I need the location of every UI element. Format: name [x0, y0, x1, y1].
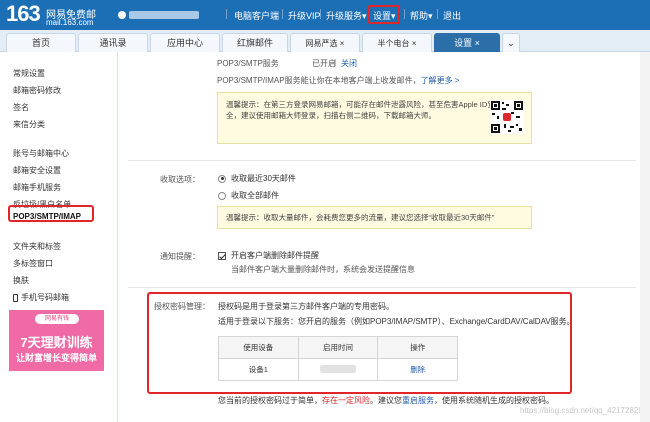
- sidebar-item-account-center[interactable]: 账号与邮箱中心: [13, 148, 69, 159]
- close-icon[interactable]: ×: [412, 39, 417, 48]
- sidebar-item-skin[interactable]: 换肤: [13, 275, 29, 286]
- pop3-highlight-box: [8, 205, 94, 222]
- table-header-row: 使用设备 启用时间 操作: [218, 336, 458, 359]
- sidebar-item-general[interactable]: 常规设置: [13, 68, 45, 79]
- col-action: 操作: [377, 336, 458, 359]
- tab-redflag-mail[interactable]: 红旗邮件: [222, 33, 288, 52]
- table-row: 设备1 删除: [218, 358, 458, 381]
- tab-radio[interactable]: 半个电台 ×: [362, 33, 432, 52]
- auth-table: 使用设备 启用时间 操作 设备1 删除: [218, 336, 458, 381]
- radio-unselected[interactable]: [218, 191, 226, 200]
- learn-more-link[interactable]: 了解更多 >: [421, 76, 460, 85]
- top-bar: 163 网易免费邮 mail.163.com 电脑客户端 升级VIP 升级服务▾…: [0, 0, 650, 30]
- watermark: https://blog.csdn.net/qq_42172829: [520, 406, 643, 415]
- logo-number: 163: [6, 1, 41, 26]
- separator: [226, 9, 227, 19]
- restart-service-link[interactable]: 重启服务: [402, 396, 434, 405]
- settings-highlight-box: [368, 5, 400, 24]
- sidebar-item-phone-mail[interactable]: 手机号码邮箱: [13, 292, 69, 303]
- device-cell: 设备1: [218, 358, 299, 381]
- notify-label: 通知提醒：: [160, 252, 200, 261]
- sidebar-item-filter[interactable]: 来信分类: [13, 119, 45, 130]
- divider-line: [128, 160, 636, 161]
- col-time: 启用时间: [297, 336, 379, 359]
- tab-more-button[interactable]: ⌄: [502, 33, 520, 52]
- tab-app-center[interactable]: 应用中心: [150, 33, 220, 52]
- pop3-status: 已开启: [312, 59, 336, 68]
- sidebar-item-mobile[interactable]: 邮箱手机服务: [13, 182, 61, 193]
- tab-contacts[interactable]: 通讯录: [78, 33, 148, 52]
- nav-upgrade-service[interactable]: 升级服务▾: [326, 9, 367, 22]
- close-pop3-link[interactable]: 关闭: [341, 58, 357, 69]
- separator: [437, 9, 438, 19]
- ad-subtitle: 让财富增长变得简单: [15, 353, 97, 363]
- user-account[interactable]: [118, 9, 199, 19]
- delete-link[interactable]: 删除: [377, 358, 458, 381]
- scrollbar[interactable]: [640, 52, 650, 422]
- nav-desktop-client[interactable]: 电脑客户端: [234, 9, 279, 22]
- qr-code-icon: [490, 100, 524, 134]
- user-email-blurred: [129, 10, 199, 19]
- auth-desc-1: 授权码是用于登录第三方邮件客户端的专用密码。: [218, 302, 394, 311]
- tab-yanxuan[interactable]: 网易严选 ×: [290, 33, 360, 52]
- ad-banner[interactable]: 网易有钱 7天理财训练 让财富增长变得简单: [9, 310, 104, 371]
- radio-selected[interactable]: [218, 174, 226, 183]
- traffic-tip-text: 温馨提示：收取大量邮件，会耗费您更多的流量，建议您选择“收取最近30天邮件”: [226, 213, 495, 222]
- sidebar-item-signature[interactable]: 签名: [13, 102, 29, 113]
- chevron-down-icon: ▾: [362, 11, 367, 21]
- risk-text: 存在一定风险: [322, 396, 370, 405]
- col-device: 使用设备: [218, 336, 299, 359]
- close-icon[interactable]: ×: [340, 39, 345, 48]
- time-cell-blurred: [297, 358, 379, 381]
- sidebar-item-folders[interactable]: 文件夹和标签: [13, 241, 61, 252]
- receive-options-label: 收取选项：: [160, 175, 200, 184]
- notify-subtext: 当邮件客户端大量删除邮件时，系统会发送提醒信息: [231, 265, 415, 274]
- logo-domain: mail.163.com: [46, 18, 94, 27]
- tab-settings[interactable]: 设置 ×: [434, 33, 500, 52]
- phone-icon: [13, 293, 18, 302]
- auth-desc-2: 适用于登录以下服务：您开启的服务（例如POP3/IMAP/SMTP）、Excha…: [218, 317, 575, 326]
- divider: |: [334, 58, 337, 67]
- separator: [404, 9, 405, 19]
- nav-logout[interactable]: 退出: [443, 9, 461, 22]
- tab-home[interactable]: 首页: [6, 33, 76, 52]
- sidebar-item-password[interactable]: 邮箱密码修改: [13, 85, 61, 96]
- ad-title: 7天理财训练: [20, 335, 93, 350]
- security-tip-line1: 温馨提示：在第三方登录网易邮箱，可能存在邮件泄露风险，甚至危害Apple ID安: [226, 100, 495, 109]
- ad-tag: 网易有钱: [35, 314, 79, 324]
- nav-help[interactable]: 帮助▾: [410, 9, 433, 22]
- radio-all-mail[interactable]: 收取全部邮件: [218, 190, 279, 201]
- sidebar-item-multitab[interactable]: 多标签窗口: [13, 258, 53, 269]
- checkbox-checked[interactable]: [218, 251, 226, 260]
- auth-label: 授权密码管理：: [154, 302, 210, 311]
- pop3-service-label: POP3/SMTP服务: [217, 59, 279, 68]
- chevron-down-icon: ⌄: [507, 38, 515, 48]
- separator: [320, 9, 321, 19]
- security-tip-line2: 全，建议使用邮箱大师登录，扫描右侧二维码，下载邮箱大师。: [226, 111, 436, 120]
- notify-checkbox[interactable]: 开启客户端删除邮件提醒: [218, 250, 319, 261]
- auth-footer-note: 您当前的授权密码过于简单，存在一定风险。建议您重启服务，使用系统随机生成的授权密…: [218, 396, 554, 405]
- nav-upgrade-vip[interactable]: 升级VIP: [288, 9, 321, 22]
- logo[interactable]: 163 网易免费邮 mail.163.com: [6, 1, 96, 28]
- separator: [282, 9, 283, 19]
- close-icon[interactable]: ×: [475, 38, 480, 48]
- security-tip-box: 温馨提示：在第三方登录网易邮箱，可能存在邮件泄露风险，甚至危害Apple ID安…: [217, 92, 532, 144]
- divider-line: [128, 287, 636, 288]
- avatar-icon: [118, 10, 126, 19]
- chevron-down-icon: ▾: [428, 11, 433, 21]
- radio-recent-30-days[interactable]: 收取最近30天邮件: [218, 173, 296, 184]
- tab-bar: 首页 通讯录 应用中心 红旗邮件 网易严选 × 半个电台 × 设置 × ⌄: [0, 30, 650, 52]
- sidebar-item-security[interactable]: 邮箱安全设置: [13, 165, 61, 176]
- pop3-description: POP3/SMTP/IMAP服务能让你在本地客户端上收发邮件，了解更多 >: [217, 76, 460, 85]
- traffic-tip-box: 温馨提示：收取大量邮件，会耗费您更多的流量，建议您选择“收取最近30天邮件”: [217, 206, 532, 229]
